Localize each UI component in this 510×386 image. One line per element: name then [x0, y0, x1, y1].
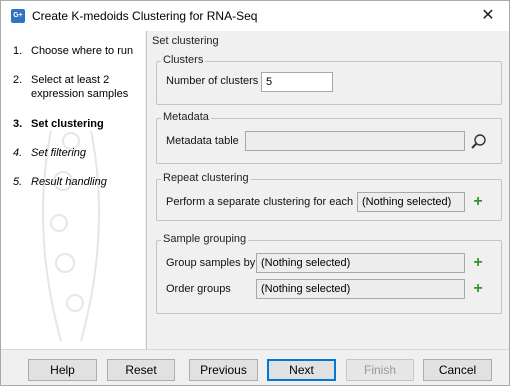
step-label: Set clustering	[31, 118, 104, 130]
repeat-clustering-group: Repeat clustering Perform a separate clu…	[156, 172, 502, 221]
step-number: 3.	[13, 118, 23, 130]
group-samples-by-field[interactable]: (Nothing selected)	[256, 253, 465, 273]
help-button[interactable]: Help	[28, 359, 97, 381]
settings-panel: Set clustering Clusters Number of cluste…	[146, 31, 509, 349]
step-5: 5. Result handling	[13, 175, 107, 189]
step-label-line-2: expression samples	[31, 88, 129, 100]
add-group-samples-icon[interactable]: +	[471, 255, 485, 271]
step-label: Choose where to run	[31, 45, 134, 57]
metadata-table-label: Metadata table	[166, 135, 239, 147]
number-of-clusters-input[interactable]: 5	[261, 72, 333, 92]
next-button[interactable]: Next	[267, 359, 336, 381]
step-label: Result handling	[31, 176, 107, 188]
separate-clustering-label: Perform a separate clustering for each	[166, 196, 354, 208]
group-samples-by-label: Group samples by	[166, 257, 256, 269]
clusters-legend: Clusters	[161, 54, 206, 66]
close-button[interactable]: ✕	[473, 4, 503, 28]
title-bar: G+ Create K-medoids Clustering for RNA-S…	[1, 1, 509, 31]
metadata-table-field[interactable]	[245, 131, 465, 151]
step-1: 1. Choose where to run	[13, 44, 133, 58]
add-order-groups-icon[interactable]: +	[471, 281, 485, 297]
wizard-steps-panel: 1. Choose where to run 2. Select at least …	[1, 31, 145, 349]
separate-clustering-field[interactable]: (Nothing selected)	[357, 192, 465, 212]
previous-button[interactable]: Previous	[189, 359, 258, 381]
step-2: 2. Select at least 2 expression samples	[13, 73, 128, 101]
number-of-clusters-label: Number of clusters	[166, 75, 259, 87]
button-bar: Help Reset Previous Next Finish Cancel	[1, 349, 509, 385]
reset-button[interactable]: Reset	[107, 359, 175, 381]
sample-grouping-legend: Sample grouping	[161, 233, 249, 245]
window-title: Create K-medoids Clustering for RNA-Seq	[32, 9, 258, 23]
finish-button[interactable]: Finish	[346, 359, 414, 381]
dialog-window: G+ Create K-medoids Clustering for RNA-S…	[0, 0, 510, 386]
sample-grouping-group: Sample grouping Group samples by (Nothin…	[156, 233, 502, 314]
step-label: Select at least 2 expression samples	[31, 73, 128, 101]
step-label-line-1: Select at least 2	[31, 74, 110, 86]
step-label: Set filtering	[31, 147, 87, 159]
browse-icon[interactable]	[470, 132, 488, 150]
step-3: 3. Set clustering	[13, 117, 104, 131]
order-groups-label: Order groups	[166, 283, 231, 295]
metadata-legend: Metadata	[161, 111, 211, 123]
step-4: 4. Set filtering	[13, 146, 86, 160]
step-number: 2.	[13, 74, 23, 86]
order-groups-field[interactable]: (Nothing selected)	[256, 279, 465, 299]
step-number: 1.	[13, 45, 23, 57]
clusters-group: Clusters Number of clusters 5	[156, 54, 502, 105]
app-icon: G+	[11, 9, 25, 23]
step-number: 4.	[13, 147, 23, 159]
metadata-group: Metadata Metadata table	[156, 111, 502, 164]
section-title: Set clustering	[152, 35, 219, 47]
add-separate-clustering-icon[interactable]: +	[471, 194, 485, 210]
repeat-clustering-legend: Repeat clustering	[161, 172, 251, 184]
cancel-button[interactable]: Cancel	[423, 359, 492, 381]
step-number: 5.	[13, 176, 23, 188]
